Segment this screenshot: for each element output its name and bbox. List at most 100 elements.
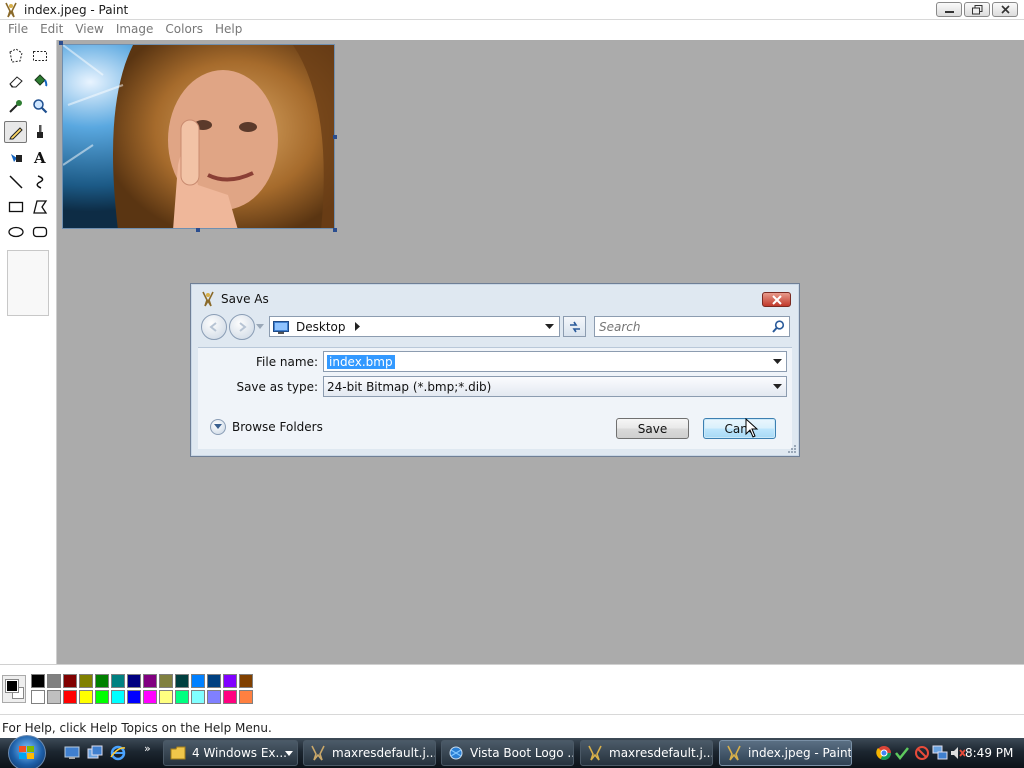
file-name-value[interactable]: index.bmp [327, 354, 395, 369]
color-swatch[interactable] [239, 674, 253, 688]
save-button[interactable]: Save [616, 418, 689, 439]
internet-explorer-icon[interactable] [110, 745, 126, 761]
resize-grip-icon[interactable] [787, 444, 797, 454]
color-swatch[interactable] [111, 674, 125, 688]
menu-view[interactable]: View [69, 20, 109, 40]
browse-folders-label[interactable]: Browse Folders [232, 420, 323, 434]
clock[interactable]: 8:49 PM [965, 746, 1013, 760]
tool-text[interactable]: A [28, 146, 51, 168]
network-icon[interactable] [932, 745, 948, 761]
tool-brush[interactable] [28, 121, 51, 143]
menu-image[interactable]: Image [110, 20, 160, 40]
search-box[interactable] [594, 316, 790, 337]
color-swatch[interactable] [207, 674, 221, 688]
color-swatch[interactable] [63, 690, 77, 704]
tool-rectangle[interactable] [4, 196, 27, 218]
volume-muted-icon[interactable] [950, 745, 966, 761]
taskbar-button-vista-boot-logo[interactable]: Vista Boot Logo ... [441, 740, 574, 766]
address-location[interactable]: Desktop [296, 320, 346, 334]
resize-handle[interactable] [333, 135, 337, 139]
tool-rounded-rectangle[interactable] [28, 221, 51, 243]
color-swatch[interactable] [95, 690, 109, 704]
chevron-down-icon[interactable] [545, 324, 554, 330]
tool-magnifier[interactable] [28, 95, 51, 117]
eyedropper-icon [8, 100, 22, 113]
search-input[interactable] [595, 317, 765, 336]
menu-colors[interactable]: Colors [159, 20, 209, 40]
breadcrumb-arrow-icon[interactable] [354, 322, 361, 331]
taskbar-button-index-paint[interactable]: index.jpeg - Paint [719, 740, 852, 766]
color-swatch[interactable] [31, 690, 45, 704]
color-swatch[interactable] [159, 690, 173, 704]
resize-handle[interactable] [59, 41, 63, 45]
menu-help[interactable]: Help [209, 20, 248, 40]
taskbar-button-maxresdefault-1[interactable]: maxresdefault.j... [303, 740, 436, 766]
more-quick-launch-icon[interactable]: » [144, 742, 151, 755]
color-swatch[interactable] [159, 674, 173, 688]
dialog-close-button[interactable] [762, 292, 791, 307]
address-bar[interactable]: Desktop [269, 316, 560, 337]
resize-handle[interactable] [333, 228, 337, 232]
tool-select[interactable] [28, 45, 51, 67]
tool-pencil[interactable] [4, 121, 27, 143]
resize-handle[interactable] [196, 228, 200, 232]
tool-free-form-select[interactable] [4, 45, 27, 67]
chrome-tray-icon[interactable] [876, 745, 892, 761]
color-swatch[interactable] [191, 690, 205, 704]
close-window-button[interactable] [992, 2, 1018, 17]
chevron-down-icon[interactable] [773, 384, 782, 390]
color-swatch[interactable] [223, 674, 237, 688]
file-name-field[interactable]: index.bmp [323, 351, 787, 372]
canvas-image[interactable] [62, 44, 335, 229]
color-swatch[interactable] [127, 674, 141, 688]
color-swatch[interactable] [207, 690, 221, 704]
tool-options-box[interactable] [7, 250, 49, 316]
cancel-button[interactable]: Canc [703, 418, 776, 439]
color-swatch[interactable] [223, 690, 237, 704]
taskbar-button-windows-explorer[interactable]: 4 Windows Ex... [163, 740, 298, 766]
recent-pages-dropdown-icon[interactable] [256, 324, 264, 330]
menu-file[interactable]: File [2, 20, 34, 40]
forward-button[interactable] [229, 314, 255, 340]
chevron-down-icon[interactable] [773, 359, 782, 365]
switch-windows-icon[interactable] [87, 745, 103, 761]
color-swatch[interactable] [239, 690, 253, 704]
back-button[interactable] [201, 314, 227, 340]
menu-edit[interactable]: Edit [34, 20, 69, 40]
tool-pick-color[interactable] [4, 95, 27, 117]
tool-ellipse[interactable] [4, 221, 27, 243]
save-as-type-value[interactable]: 24-bit Bitmap (*.bmp;*.dib) [324, 380, 491, 394]
color-swatch[interactable] [47, 690, 61, 704]
color-swatch[interactable] [143, 674, 157, 688]
tool-curve[interactable] [28, 171, 51, 193]
taskbar-button-maxresdefault-2[interactable]: maxresdefault.j... [580, 740, 713, 766]
color-swatch[interactable] [31, 674, 45, 688]
color-swatch[interactable] [79, 690, 93, 704]
color-swatch[interactable] [127, 690, 141, 704]
blocked-tray-icon[interactable] [914, 745, 930, 761]
tool-polygon[interactable] [28, 196, 51, 218]
start-button[interactable] [8, 735, 46, 768]
color-swatch[interactable] [111, 690, 125, 704]
show-desktop-icon[interactable] [64, 745, 80, 761]
color-swatch[interactable] [175, 674, 189, 688]
tool-airbrush[interactable] [4, 146, 27, 168]
color-swatch[interactable] [175, 690, 189, 704]
restore-button[interactable] [964, 2, 990, 17]
minimize-button[interactable] [936, 2, 962, 17]
current-colors[interactable] [2, 675, 26, 703]
color-swatch[interactable] [191, 674, 205, 688]
color-swatch[interactable] [47, 674, 61, 688]
tool-fill[interactable] [28, 70, 51, 92]
security-check-icon[interactable] [894, 745, 910, 761]
color-swatch[interactable] [79, 674, 93, 688]
refresh-button[interactable] [563, 316, 586, 337]
search-icon[interactable] [772, 320, 785, 333]
color-swatch[interactable] [143, 690, 157, 704]
color-swatch[interactable] [95, 674, 109, 688]
tool-line[interactable] [4, 171, 27, 193]
browse-folders-toggle[interactable]: Browse Folders [210, 419, 323, 435]
color-swatch[interactable] [63, 674, 77, 688]
tool-eraser[interactable] [4, 70, 27, 92]
save-as-type-select[interactable]: 24-bit Bitmap (*.bmp;*.dib) [323, 376, 787, 397]
